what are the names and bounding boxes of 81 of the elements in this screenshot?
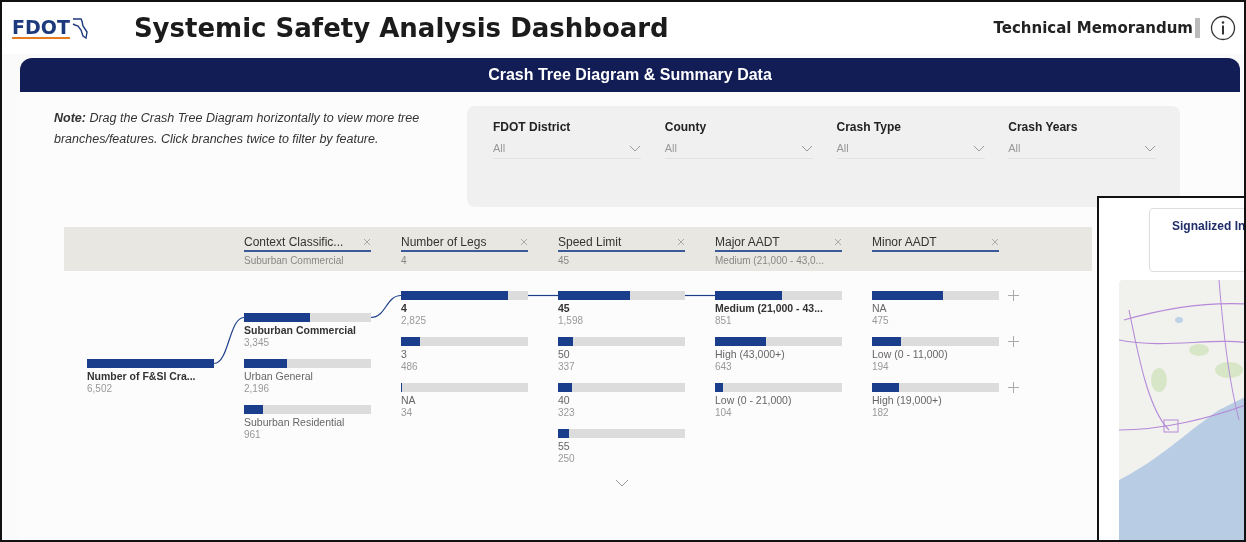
node-label[interactable]: 4 [401, 302, 528, 315]
filter-label: Crash Years [1008, 120, 1079, 134]
dashboard-title: Systemic Safety Analysis Dashboard [133, 13, 669, 43]
level-header[interactable]: Speed Limit [558, 235, 685, 252]
node-label[interactable]: 55 [558, 440, 685, 453]
node-value: 34 [401, 407, 414, 418]
connector-line [370, 294, 402, 319]
node-value: 2,825 [401, 315, 428, 326]
bar-track[interactable] [558, 429, 685, 438]
note-text: Note: Drag the Crash Tree Diagram horizontally to view more tree branches/features. Click branches twice to filter by feature. [54, 110, 421, 148]
bar-track[interactable] [715, 337, 842, 346]
bar-track[interactable] [244, 313, 371, 322]
node-label[interactable]: High (43,000+) [715, 348, 842, 361]
filter-label: Crash Type [836, 120, 902, 134]
bar-track[interactable] [401, 291, 528, 300]
bar-track[interactable] [872, 383, 999, 392]
filter-label: FDOT District [493, 120, 572, 134]
florida-icon [71, 17, 88, 39]
node-label[interactable]: Low (0 - 21,000) [715, 394, 842, 407]
connector-line [213, 316, 245, 365]
level-header[interactable]: Minor AADT [872, 235, 999, 252]
chevron-down-icon [800, 144, 813, 152]
node-label[interactable]: Suburban Commercial [244, 324, 371, 337]
level-header[interactable]: Number of Legs [401, 235, 528, 252]
chevron-down-icon [972, 144, 985, 152]
node-label[interactable]: 50 [558, 348, 685, 361]
node-label[interactable]: 3 [401, 348, 528, 361]
card-title: Signalized In [1172, 219, 1244, 233]
node-label[interactable]: Low (0 - 11,000) [872, 348, 999, 361]
node-label[interactable]: Suburban Residential [244, 416, 371, 429]
node-value: 6,502 [87, 383, 114, 394]
node-value: 851 [715, 315, 733, 326]
bar-track[interactable] [715, 291, 842, 300]
bar-track[interactable] [244, 359, 371, 368]
filter-label: County [664, 120, 708, 134]
node-label[interactable]: NA [401, 394, 528, 407]
node-value: 3,345 [244, 337, 271, 348]
connector-line [527, 294, 559, 297]
node-label: Number of F&SI Cra... [87, 370, 197, 383]
level-filter-value: Medium (21,000 - 43,0... [715, 255, 825, 266]
node-value: 323 [558, 407, 576, 418]
bar-track[interactable] [872, 291, 999, 300]
bar-track[interactable] [558, 337, 685, 346]
chevron-down-icon[interactable] [614, 479, 629, 487]
chevron-down-icon [629, 144, 641, 152]
bar-track[interactable] [401, 337, 528, 346]
node-label[interactable]: Urban General [244, 370, 371, 383]
node-value: 475 [872, 315, 890, 326]
node-value: 961 [244, 429, 262, 440]
panel-header: Crash Tree Diagram & Summary Data [20, 58, 1240, 92]
connector-line [684, 294, 716, 297]
node-value: 104 [715, 407, 733, 418]
bar-track[interactable] [401, 383, 528, 392]
level-filter-value: 45 [558, 255, 571, 266]
level-filter-value: 4 [401, 255, 408, 266]
node-label[interactable]: NA [872, 302, 999, 315]
node-label[interactable]: High (19,000+) [872, 394, 999, 407]
node-value: 1,598 [558, 315, 585, 326]
node-value: 194 [872, 361, 890, 372]
logo-text: FDOT [12, 17, 70, 39]
chevron-down-icon [1144, 144, 1157, 152]
node-value: 643 [715, 361, 733, 372]
level-header[interactable]: Context Classific... [244, 235, 371, 252]
node-value: 337 [558, 361, 576, 372]
level-filter-value: Suburban Commercial [244, 255, 345, 266]
node-value: 486 [401, 361, 419, 372]
bar-track[interactable] [244, 405, 371, 414]
node-value: 250 [558, 453, 576, 464]
bar-track[interactable] [715, 383, 842, 392]
level-header[interactable]: Major AADT [715, 235, 842, 252]
info-icon[interactable] [1210, 15, 1236, 41]
bar-track[interactable] [558, 291, 685, 300]
node-label[interactable]: 45 [558, 302, 685, 315]
memorandum-link[interactable]: Technical Memorandum [993, 19, 1193, 37]
bar-track[interactable] [558, 383, 685, 392]
node-label[interactable]: Medium (21,000 - 43... [715, 302, 842, 315]
node-value: 182 [872, 407, 890, 418]
node-value: 2,196 [244, 383, 271, 394]
bar-track[interactable] [872, 337, 999, 346]
node-label[interactable]: 40 [558, 394, 685, 407]
scroll-handle[interactable] [1195, 18, 1200, 38]
